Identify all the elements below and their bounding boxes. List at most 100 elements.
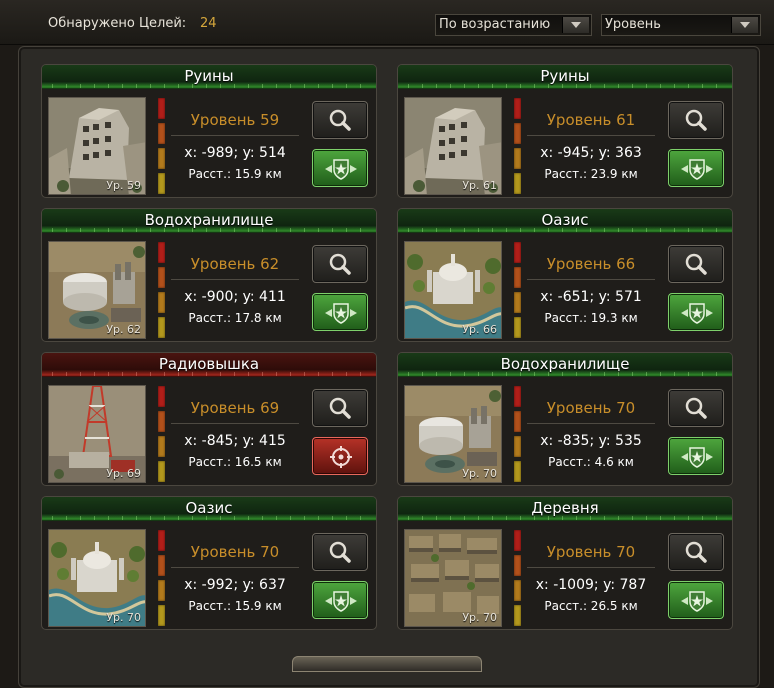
chevron-down-icon[interactable]	[731, 17, 758, 33]
target-level: Уровень 70	[546, 399, 636, 417]
pagination-tab[interactable]	[292, 656, 482, 672]
divider	[527, 279, 655, 280]
thumbnail-level-label: Ур. 70	[462, 467, 497, 480]
difficulty-indicator	[158, 386, 165, 482]
target-info: Уровень 69 x: -845; y: 415 Расст.: 16.5 …	[167, 385, 307, 483]
difficulty-bar	[514, 317, 521, 338]
difficulty-bar	[158, 530, 165, 551]
search-button[interactable]	[668, 389, 724, 427]
top-bar: Обнаружено Целей: 24 По возрастанию Уров…	[0, 0, 774, 45]
target-thumbnail[interactable]: Ур. 59	[48, 97, 146, 195]
target-coordinates: x: -835; y: 535	[540, 433, 642, 449]
sort-order-select[interactable]: По возрастанию	[435, 14, 592, 36]
target-card[interactable]: Радиовышка Ур. 69 Уровень 69 x: -845; y:…	[41, 352, 377, 486]
target-thumbnail[interactable]: Ур. 70	[404, 529, 502, 627]
target-name: Руины	[398, 65, 732, 89]
targets-found-count: 24	[200, 16, 217, 31]
difficulty-indicator	[514, 242, 521, 338]
attack-button[interactable]	[312, 437, 368, 475]
difficulty-bar	[514, 123, 521, 144]
target-coordinates: x: -845; y: 415	[184, 433, 286, 449]
difficulty-indicator	[514, 98, 521, 194]
divider	[171, 135, 299, 136]
target-thumbnail[interactable]: Ур. 69	[48, 385, 146, 483]
difficulty-bar	[158, 580, 165, 601]
send-squad-button[interactable]	[312, 581, 368, 619]
search-button[interactable]	[312, 245, 368, 283]
target-distance: Расст.: 26.5 км	[544, 599, 638, 613]
difficulty-indicator	[158, 98, 165, 194]
target-thumbnail[interactable]: Ур. 70	[404, 385, 502, 483]
search-button[interactable]	[312, 533, 368, 571]
target-card[interactable]: Руины Ур. 59 Уровень 59 x: -989; y: 514 …	[41, 64, 377, 198]
difficulty-bar	[158, 173, 165, 194]
target-info: Уровень 70 x: -1009; y: 787 Расст.: 26.5…	[523, 529, 663, 627]
difficulty-bar	[514, 605, 521, 626]
difficulty-indicator	[514, 386, 521, 482]
send-squad-button[interactable]	[668, 581, 724, 619]
target-card[interactable]: Водохранилище Ур. 62 Уровень 62 x: -900;…	[41, 208, 377, 342]
sort-field-select[interactable]: Уровень	[601, 14, 761, 36]
target-card[interactable]: Деревня Ур. 70 Уровень 70 x: -1009; y: 7…	[397, 496, 733, 630]
difficulty-bar	[514, 530, 521, 551]
difficulty-bar	[514, 386, 521, 407]
target-info: Уровень 59 x: -989; y: 514 Расст.: 15.9 …	[167, 97, 307, 195]
search-button[interactable]	[668, 101, 724, 139]
target-thumbnail[interactable]: Ур. 66	[404, 241, 502, 339]
difficulty-bar	[514, 173, 521, 194]
target-name: Оазис	[398, 209, 732, 233]
difficulty-bar	[514, 98, 521, 119]
send-squad-button[interactable]	[312, 293, 368, 331]
target-name: Руины	[42, 65, 376, 89]
target-card[interactable]: Оазис Ур. 66 Уровень 66 x: -651; y: 571	[397, 208, 733, 342]
target-level: Уровень 61	[546, 111, 636, 129]
divider	[527, 423, 655, 424]
difficulty-bar	[514, 242, 521, 263]
target-info: Уровень 62 x: -900; y: 411 Расст.: 17.8 …	[167, 241, 307, 339]
target-info: Уровень 61 x: -945; y: 363 Расст.: 23.9 …	[523, 97, 663, 195]
target-name: Водохранилище	[398, 353, 732, 377]
difficulty-bar	[158, 292, 165, 313]
sort-order-value: По возрастанию	[439, 17, 551, 32]
thumbnail-level-label: Ур. 70	[462, 611, 497, 624]
divider	[171, 423, 299, 424]
difficulty-indicator	[158, 530, 165, 626]
chevron-down-icon[interactable]	[562, 17, 589, 33]
send-squad-button[interactable]	[668, 149, 724, 187]
target-card[interactable]: Водохранилище Ур. 70 Уровень 70 x: -835;…	[397, 352, 733, 486]
target-level: Уровень 59	[190, 111, 280, 129]
target-level: Уровень 70	[546, 543, 636, 561]
thumbnail-level-label: Ур. 62	[106, 323, 141, 336]
target-distance: Расст.: 15.9 км	[188, 167, 282, 181]
search-button[interactable]	[668, 245, 724, 283]
target-distance: Расст.: 4.6 км	[548, 455, 634, 469]
send-squad-button[interactable]	[312, 149, 368, 187]
target-thumbnail[interactable]: Ур. 62	[48, 241, 146, 339]
difficulty-bar	[514, 555, 521, 576]
target-coordinates: x: -1009; y: 787	[535, 577, 647, 593]
target-coordinates: x: -900; y: 411	[184, 289, 286, 305]
target-card[interactable]: Оазис Ур. 70 Уровень 70 x: -992; y: 637	[41, 496, 377, 630]
send-squad-button[interactable]	[668, 293, 724, 331]
difficulty-bar	[158, 461, 165, 482]
target-distance: Расст.: 16.5 км	[188, 455, 282, 469]
target-card[interactable]: Руины Ур. 61 Уровень 61 x: -945; y: 363 …	[397, 64, 733, 198]
search-button[interactable]	[312, 101, 368, 139]
target-coordinates: x: -651; y: 571	[540, 289, 642, 305]
target-level: Уровень 70	[190, 543, 280, 561]
search-button[interactable]	[312, 389, 368, 427]
difficulty-bar	[158, 386, 165, 407]
target-name: Радиовышка	[42, 353, 376, 377]
target-name: Деревня	[398, 497, 732, 521]
target-info: Уровень 66 x: -651; y: 571 Расст.: 19.3 …	[523, 241, 663, 339]
target-thumbnail[interactable]: Ур. 61	[404, 97, 502, 195]
divider	[527, 567, 655, 568]
thumbnail-level-label: Ур. 61	[462, 179, 497, 192]
difficulty-bar	[158, 123, 165, 144]
difficulty-bar	[158, 148, 165, 169]
send-squad-button[interactable]	[668, 437, 724, 475]
difficulty-bar	[514, 292, 521, 313]
target-thumbnail[interactable]: Ур. 70	[48, 529, 146, 627]
search-button[interactable]	[668, 533, 724, 571]
target-coordinates: x: -945; y: 363	[540, 145, 642, 161]
